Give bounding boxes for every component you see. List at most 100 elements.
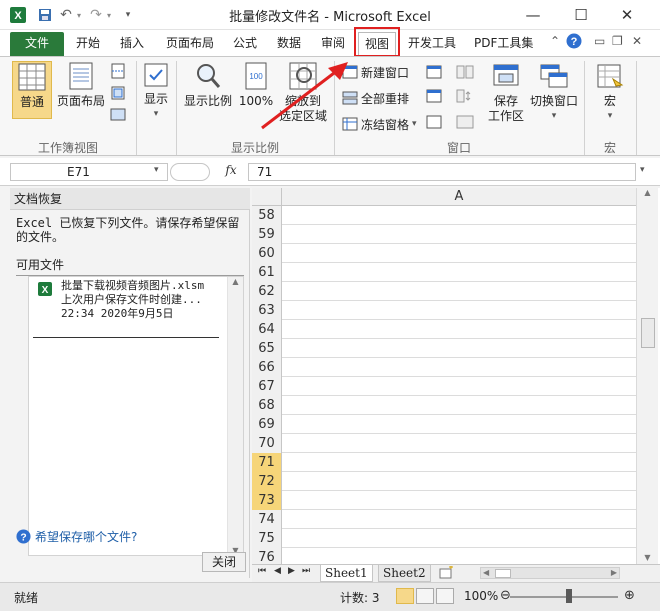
page-break-preview-icon[interactable] [110,63,126,82]
sheet-row[interactable]: 62 [252,282,636,301]
ribbon-scroll[interactable] [642,61,656,155]
row-header[interactable]: 58 [252,206,282,225]
row-header[interactable]: 74 [252,510,282,529]
prev-sheet-icon[interactable]: ◀ [274,566,281,576]
row-header[interactable]: 65 [252,339,282,358]
sheet-row[interactable]: 64 [252,320,636,339]
tab-review[interactable]: 审阅 [315,32,351,56]
row-header[interactable]: 67 [252,377,282,396]
sheet-row[interactable]: 73 [252,491,636,510]
sheet-row[interactable]: 74 [252,510,636,529]
tab-insert[interactable]: 插入 [114,32,150,56]
minimize-button[interactable]: — [518,4,548,26]
help-icon[interactable]: ? [566,33,582,52]
recovery-help-link[interactable]: ? 希望保存哪个文件? [16,528,137,545]
horizontal-scrollbar[interactable]: ◀ ▶ [480,567,620,579]
select-all-corner[interactable] [252,188,282,206]
sheet-row[interactable]: 70 [252,434,636,453]
page-layout-view-button[interactable]: 页面布局 [56,61,106,119]
switch-windows-button[interactable]: 切换窗口 ▾ [528,61,580,135]
sync-scroll-icon[interactable] [456,89,474,106]
row-header[interactable]: 71 [252,453,282,472]
row-header[interactable]: 69 [252,415,282,434]
custom-views-icon[interactable] [110,85,126,104]
show-button[interactable]: 显示 ▾ [138,61,174,131]
insert-sheet-icon[interactable] [438,566,454,583]
sheet-tab-1[interactable]: Sheet1 [320,565,373,582]
formula-bar-splitter[interactable] [170,163,210,181]
tab-pdf-tools[interactable]: PDF工具集 [468,32,539,56]
sheet-row[interactable]: 63 [252,301,636,320]
hscroll-thumb[interactable] [495,569,511,578]
save-workspace-button[interactable]: 保存 工作区 [484,61,528,135]
macros-button[interactable]: 宏 ▾ [590,61,630,135]
name-box[interactable]: E71 [10,163,168,181]
split-icon[interactable] [426,65,442,82]
sheet-row[interactable]: 75 [252,529,636,548]
window-minimize-doc-icon[interactable]: ▭ [594,34,605,48]
collapse-ribbon-icon[interactable]: ⌃ [550,34,560,48]
row-header[interactable]: 72 [252,472,282,491]
recovery-list-scrollbar[interactable]: ▲ ▼ [227,277,243,555]
scroll-up-icon[interactable]: ▲ [637,188,658,197]
tab-file[interactable]: 文件 [10,32,64,56]
sheet-row[interactable]: 59 [252,225,636,244]
row-header[interactable]: 63 [252,301,282,320]
row-header[interactable]: 75 [252,529,282,548]
tab-developer[interactable]: 开发工具 [402,32,462,56]
zoom-in-icon[interactable]: ⊕ [624,588,635,603]
scroll-left-icon[interactable]: ◀ [483,568,489,577]
row-header[interactable]: 61 [252,263,282,282]
expand-formula-bar-icon[interactable]: ▾ [640,165,645,175]
tab-home[interactable]: 开始 [70,32,106,56]
close-button[interactable]: ✕ [612,4,642,26]
sheet-row[interactable]: 71 [252,453,636,472]
reset-window-position-icon[interactable] [456,115,474,132]
unhide-window-icon[interactable] [426,115,442,132]
row-header[interactable]: 59 [252,225,282,244]
window-restore-doc-icon[interactable]: ❐ [612,34,623,48]
row-header[interactable]: 64 [252,320,282,339]
zoom-slider-knob[interactable] [566,589,572,603]
vertical-scrollbar[interactable]: ▲ ▼ [636,188,658,564]
row-header[interactable]: 73 [252,491,282,510]
row-header[interactable]: 70 [252,434,282,453]
normal-view-status-icon[interactable] [396,588,414,604]
sheet-row[interactable]: 60 [252,244,636,263]
recovered-file-item[interactable]: X 批量下载视频音频图片.xlsm 上次用户保存文件时创建... 22:34 2… [31,279,225,323]
scroll-up-icon[interactable]: ▲ [228,277,243,286]
row-header[interactable]: 68 [252,396,282,415]
tab-page-layout[interactable]: 页面布局 [160,32,220,56]
tab-data[interactable]: 数据 [271,32,307,56]
window-close-doc-icon[interactable]: ✕ [632,34,642,48]
row-header[interactable]: 66 [252,358,282,377]
sheet-row[interactable]: 65 [252,339,636,358]
sheet-row[interactable]: 66 [252,358,636,377]
view-side-by-side-icon[interactable] [456,65,474,82]
row-header[interactable]: 60 [252,244,282,263]
sheet-row[interactable]: 58 [252,206,636,225]
sheet-tab-2[interactable]: Sheet2 [378,565,431,582]
full-screen-icon[interactable] [110,107,126,126]
sheet-row[interactable]: 68 [252,396,636,415]
zoom-level[interactable]: 100% [464,589,498,603]
maximize-button[interactable]: ☐ [566,4,596,26]
zoom-button[interactable]: 显示比例 [182,61,234,119]
insert-function-icon[interactable]: fx [218,163,244,181]
sheet-row[interactable]: 61 [252,263,636,282]
sheet-row[interactable]: 69 [252,415,636,434]
zoom-slider[interactable] [510,596,618,598]
page-layout-status-icon[interactable] [416,588,434,604]
scroll-right-icon[interactable]: ▶ [611,568,617,577]
sheet-row[interactable]: 72 [252,472,636,491]
first-sheet-icon[interactable]: ⏮ [258,566,266,576]
last-sheet-icon[interactable]: ⏭ [302,566,310,576]
scroll-thumb[interactable] [641,318,655,348]
row-header[interactable]: 62 [252,282,282,301]
sheet-row[interactable]: 67 [252,377,636,396]
scroll-down-icon[interactable]: ▼ [637,553,658,562]
hide-window-icon[interactable] [426,89,442,106]
name-box-dropdown-icon[interactable]: ▾ [154,165,159,175]
recovery-close-button[interactable]: 关闭 [202,552,246,572]
tab-view[interactable]: 视图 [358,32,397,56]
